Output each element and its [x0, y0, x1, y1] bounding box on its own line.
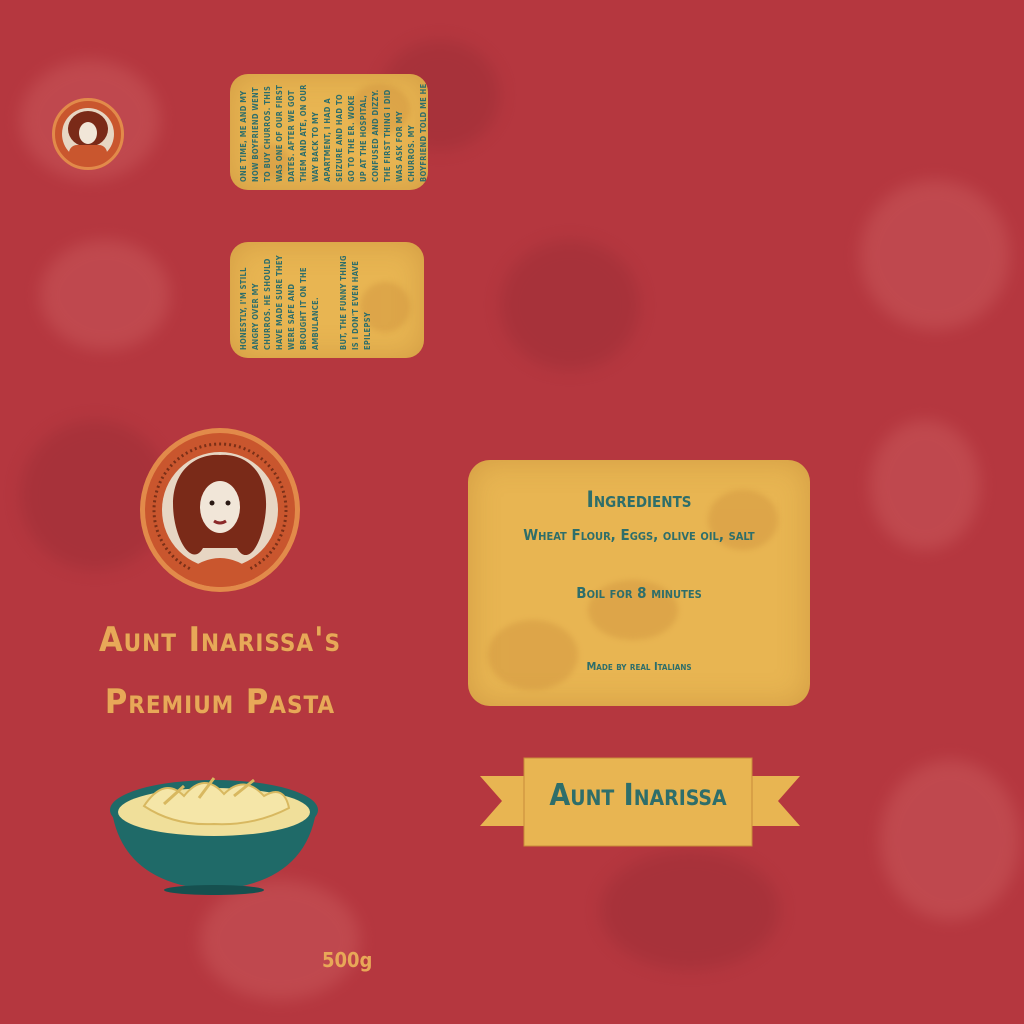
pasta-bowl-image	[104, 766, 324, 896]
story-card-1: One time, me and my now boyfriend went t…	[230, 74, 428, 190]
story-card-2: Honestly, I'm still angry over my churro…	[230, 242, 424, 358]
portrait-logo	[140, 428, 300, 592]
story-text-1: One time, me and my now boyfriend went t…	[239, 83, 428, 182]
ingredients-list: Wheat Flour, Eggs, olive oil, salt	[523, 526, 755, 544]
small-portrait-logo	[52, 98, 124, 170]
ribbon-banner: Aunt Inarissa	[480, 756, 800, 848]
made-by-note: Made by real Italians	[586, 660, 692, 673]
story-text-2: Honestly, I'm still angry over my churro…	[239, 255, 372, 350]
ingredients-heading: Ingredients	[586, 488, 692, 513]
weight-label: 500g	[322, 948, 373, 972]
brand-title-line2: Premium Pasta	[104, 682, 336, 722]
ingredients-card: Ingredients Wheat Flour, Eggs, olive oil…	[468, 460, 810, 706]
brand-title-line1: Aunt Inarissa's	[98, 620, 342, 660]
banner-text: Aunt Inarissa	[549, 778, 727, 813]
cooking-instructions: Boil for 8 minutes	[576, 584, 702, 602]
